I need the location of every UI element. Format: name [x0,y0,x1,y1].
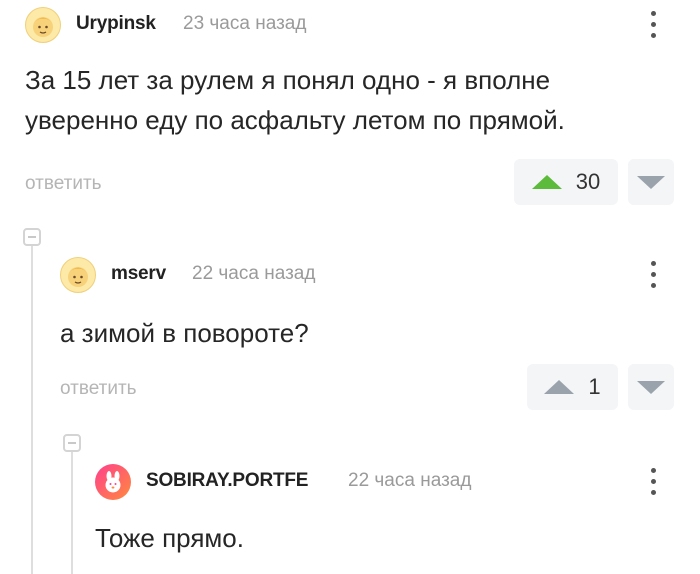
comment-username[interactable]: Urypinsk [76,13,156,35]
thread-line [71,452,73,574]
kebab-menu-icon[interactable] [650,261,656,288]
downvote-button[interactable] [628,159,674,205]
comment-timestamp[interactable]: 23 часа назад [183,13,306,35]
upvote-arrow-icon [531,175,562,189]
comment-1: Urypinsk 23 часа назад За 15 лет за руле… [0,0,700,215]
kebab-menu-icon[interactable] [650,11,656,38]
vote-count: 1 [588,374,601,399]
face-avatar-icon [33,17,53,37]
comment-timestamp[interactable]: 22 часа назад [348,470,471,492]
comment-text: а зимой в повороте? [60,318,309,348]
comment-text-line: За 15 лет за рулем я понял одно - я впол… [25,65,551,95]
comment-username[interactable]: mserv [111,263,166,285]
vote-count: 30 [575,169,601,194]
user-avatar[interactable] [60,257,96,293]
comment-username[interactable]: SOBIRAY.PORTFE [146,470,308,492]
face-avatar-icon [68,267,88,287]
comment-text: За 15 лет за рулем я понял одно - я впол… [25,60,565,140]
upvote-button[interactable]: 1 [527,364,618,410]
comment-text: Тоже прямо. [95,523,244,553]
upvote-button[interactable]: 30 [514,159,618,205]
reply-button[interactable]: ответить [60,378,137,400]
user-avatar[interactable] [25,7,61,43]
reply-button[interactable]: ответить [25,173,102,195]
upvote-arrow-icon [544,380,575,394]
downvote-arrow-icon [637,175,665,189]
comment-timestamp[interactable]: 22 часа назад [192,263,315,285]
comment-text-line: уверенно еду по асфальту летом по прямой… [25,105,565,135]
bunny-avatar-icon [105,471,121,493]
collapse-thread-button[interactable] [23,228,41,246]
downvote-arrow-icon [637,380,665,394]
downvote-button[interactable] [628,364,674,410]
collapse-thread-button[interactable] [63,434,81,452]
kebab-menu-icon[interactable] [650,468,656,495]
thread-line [31,246,33,574]
user-avatar[interactable] [95,464,131,500]
